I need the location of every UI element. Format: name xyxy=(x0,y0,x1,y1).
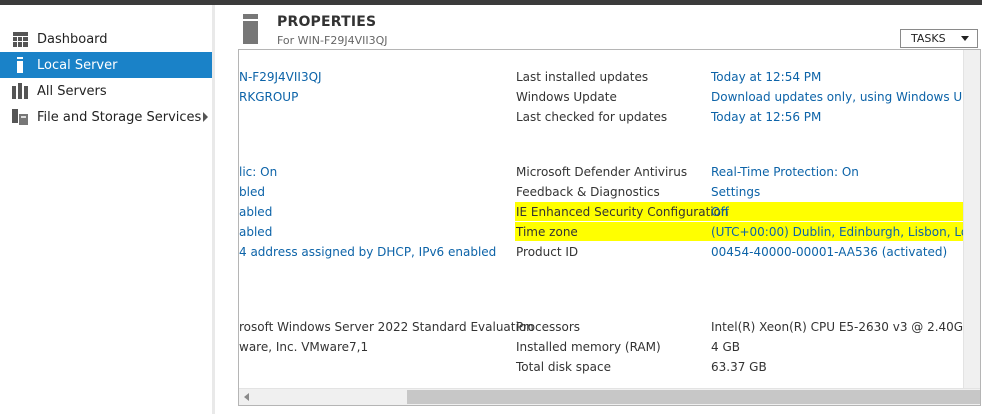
last-checked-label: Last checked for updates xyxy=(516,110,668,124)
scroll-left-icon[interactable] xyxy=(244,393,249,401)
nic-teaming-value[interactable]: abled xyxy=(239,224,272,240)
sidebar: Dashboard Local Server All Servers File … xyxy=(0,5,212,414)
windows-update-label: Windows Update xyxy=(516,90,617,104)
page-title: PROPERTIES xyxy=(277,14,377,30)
sidebar-item-dashboard[interactable]: Dashboard xyxy=(0,26,212,52)
firewall-value[interactable]: lic: On xyxy=(239,164,277,180)
last-installed-updates-label: Last installed updates xyxy=(516,70,649,84)
product-id-value[interactable]: 00454-40000-00001-AA536 (activated) xyxy=(711,244,947,260)
dashboard-icon xyxy=(12,31,28,47)
all-servers-icon xyxy=(12,83,28,99)
page-subtitle: For WIN-F29J4VII3QJ xyxy=(277,34,388,47)
last-checked-value[interactable]: Today at 12:56 PM xyxy=(711,109,821,125)
defender-label: Microsoft Defender Antivirus xyxy=(516,165,688,179)
disk-value: 63.37 GB xyxy=(711,360,767,374)
processors-label: Processors xyxy=(516,320,581,334)
horizontal-scrollbar[interactable] xyxy=(239,388,980,405)
os-value: rosoft Windows Server 2022 Standard Eval… xyxy=(239,320,534,334)
time-zone-label: Time zone xyxy=(516,225,578,239)
product-id-label: Product ID xyxy=(516,245,579,259)
time-zone-value[interactable]: (UTC+00:00) Dublin, Edinburgh, Lisbon, L… xyxy=(711,224,980,240)
last-installed-updates-value[interactable]: Today at 12:54 PM xyxy=(711,69,821,85)
properties-panel: N-F29J4VII3QJ RKGROUP lic: On bled abled… xyxy=(238,49,981,406)
properties-pane: PROPERTIES For WIN-F29J4VII3QJ TASKS N-F… xyxy=(215,5,982,414)
chevron-right-icon[interactable] xyxy=(203,112,208,122)
sidebar-item-label: All Servers xyxy=(37,83,107,99)
vertical-scrollbar[interactable] xyxy=(963,50,980,388)
sidebar-item-all-servers[interactable]: All Servers xyxy=(0,78,212,104)
server-icon xyxy=(243,14,258,44)
storage-icon xyxy=(12,109,28,125)
sidebar-item-label: Local Server xyxy=(37,57,118,73)
local-server-icon xyxy=(12,57,28,73)
memory-value: 4 GB xyxy=(711,340,740,354)
ethernet-value[interactable]: 4 address assigned by DHCP, IPv6 enabled xyxy=(239,244,496,260)
windows-update-value[interactable]: Download updates only, using Windows Upd… xyxy=(711,89,980,105)
defender-value[interactable]: Real-Time Protection: On xyxy=(711,164,859,180)
remote-desktop-value[interactable]: abled xyxy=(239,204,272,220)
feedback-value[interactable]: Settings xyxy=(711,184,760,200)
tasks-label: TASKS xyxy=(911,32,946,45)
ie-esc-label: IE Enhanced Security Configuration xyxy=(516,205,729,219)
sidebar-item-local-server[interactable]: Local Server xyxy=(0,52,212,78)
ie-esc-value[interactable]: Off xyxy=(711,204,729,220)
sidebar-item-file-storage[interactable]: File and Storage Services xyxy=(0,104,212,130)
memory-label: Installed memory (RAM) xyxy=(516,340,661,354)
feedback-label: Feedback & Diagnostics xyxy=(516,185,660,199)
disk-label: Total disk space xyxy=(516,360,612,374)
remote-management-value[interactable]: bled xyxy=(239,184,265,200)
chevron-down-icon xyxy=(961,36,969,41)
scroll-thumb[interactable] xyxy=(407,390,980,404)
processors-value: Intel(R) Xeon(R) CPU E5-2630 v3 @ 2.40GH… xyxy=(711,320,979,334)
sidebar-item-label: File and Storage Services xyxy=(37,109,202,125)
computer-name-value[interactable]: N-F29J4VII3QJ xyxy=(239,69,322,85)
tasks-dropdown[interactable]: TASKS xyxy=(900,29,978,48)
hardware-value: ware, Inc. VMware7,1 xyxy=(239,340,369,354)
sidebar-item-label: Dashboard xyxy=(37,31,108,47)
workgroup-value[interactable]: RKGROUP xyxy=(239,89,298,105)
